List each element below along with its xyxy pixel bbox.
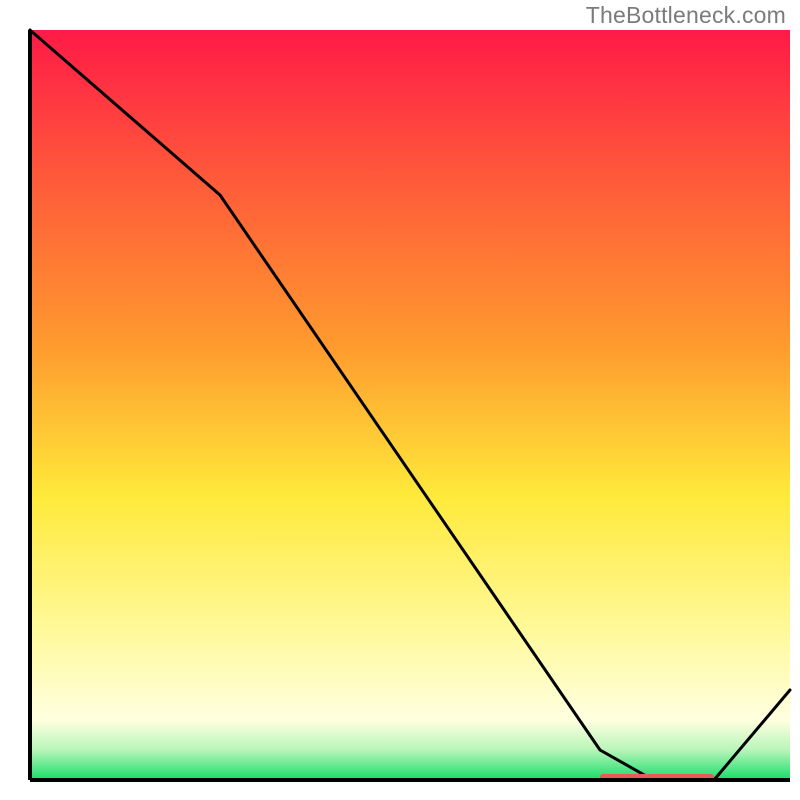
watermark-label: TheBottleneck.com <box>586 2 786 29</box>
bottleneck-chart <box>0 0 800 800</box>
chart-container: TheBottleneck.com <box>0 0 800 800</box>
plot-background <box>30 30 790 780</box>
